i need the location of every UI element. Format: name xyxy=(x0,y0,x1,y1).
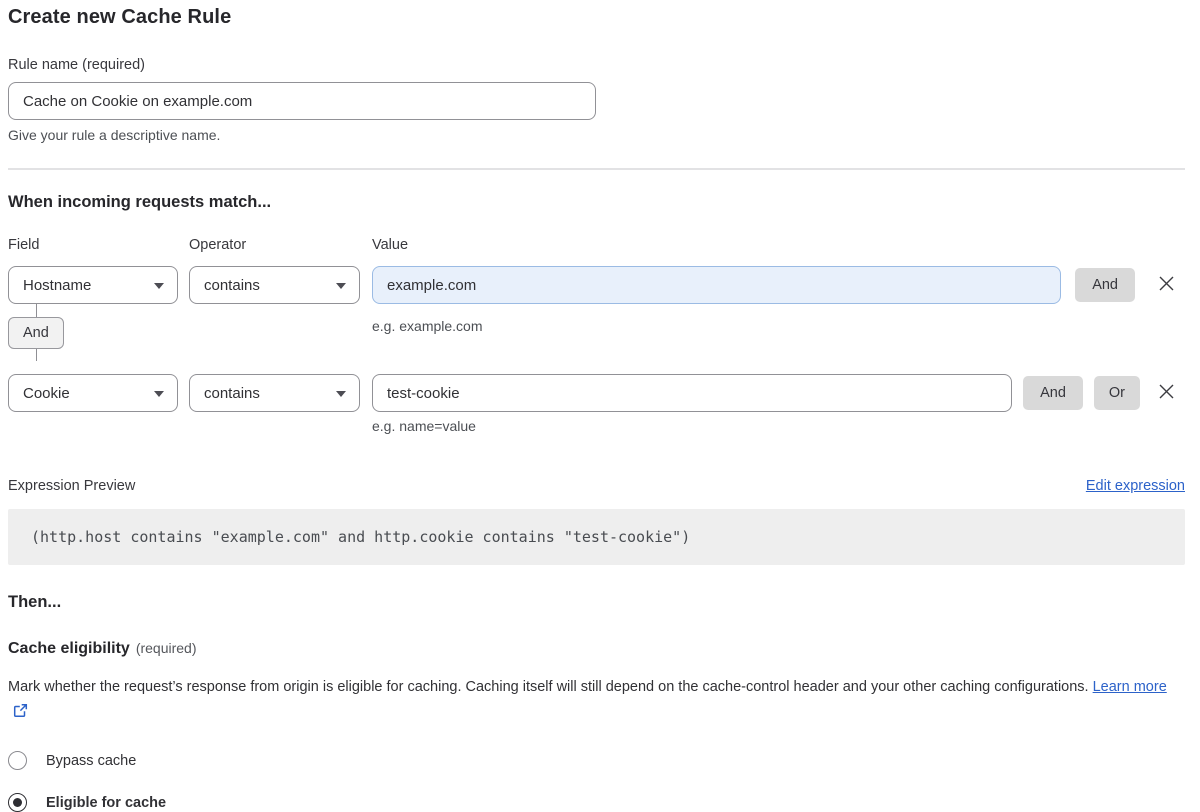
value-input-1[interactable] xyxy=(372,266,1061,304)
condition-column-headers: Field Operator Value xyxy=(8,237,1185,253)
value-column-label: Value xyxy=(372,237,1185,253)
connector-line-bottom xyxy=(36,349,37,361)
edit-expression-link[interactable]: Edit expression xyxy=(1086,478,1185,494)
section-divider xyxy=(8,168,1185,170)
eligible-for-cache-label: Eligible for cache xyxy=(46,795,166,811)
operator-column-label: Operator xyxy=(189,237,372,253)
then-heading: Then... xyxy=(8,593,1185,612)
connector-zone: e.g. example.com And xyxy=(8,304,1185,361)
connector-and-button[interactable]: And xyxy=(8,317,64,349)
condition-row-1: Hostname contains And xyxy=(8,266,1185,304)
field-select-2[interactable]: Cookie xyxy=(8,374,178,412)
rule-name-label: Rule name (required) xyxy=(8,57,1185,73)
value-input-2[interactable] xyxy=(372,374,1012,412)
rule-name-input[interactable] xyxy=(8,82,596,120)
operator-select-2[interactable]: contains xyxy=(189,374,360,412)
close-icon xyxy=(1158,275,1175,295)
eligible-for-cache-radio[interactable] xyxy=(8,793,27,812)
value-hint-1: e.g. example.com xyxy=(372,318,483,334)
field-column-label: Field xyxy=(8,237,189,253)
bypass-cache-label: Bypass cache xyxy=(46,753,136,769)
or-button-row-2[interactable]: Or xyxy=(1094,376,1140,410)
required-note: (required) xyxy=(136,640,197,656)
eligibility-description-text: Mark whether the request’s response from… xyxy=(8,679,1089,695)
rule-name-helper: Give your rule a descriptive name. xyxy=(8,127,1185,143)
cache-eligibility-title: Cache eligibility (required) xyxy=(8,640,1185,658)
chevron-down-icon xyxy=(154,391,164,397)
field-select-1[interactable]: Hostname xyxy=(8,266,178,304)
cache-eligibility-label: Cache eligibility xyxy=(8,640,130,657)
bypass-cache-option[interactable]: Bypass cache xyxy=(8,751,1185,770)
operator-select-2-value: contains xyxy=(204,385,260,402)
bypass-cache-radio[interactable] xyxy=(8,751,27,770)
eligibility-description: Mark whether the request’s response from… xyxy=(8,675,1173,727)
close-icon xyxy=(1158,383,1175,403)
page-title: Create new Cache Rule xyxy=(8,6,1185,29)
learn-more-link[interactable]: Learn more xyxy=(1093,679,1167,695)
chevron-down-icon xyxy=(336,391,346,397)
and-button-row-1[interactable]: And xyxy=(1075,268,1135,302)
field-select-2-value: Cookie xyxy=(23,385,70,402)
expression-header: Expression Preview Edit expression xyxy=(8,478,1185,494)
external-link-icon xyxy=(13,706,28,722)
connector-line-top xyxy=(36,304,37,317)
operator-select-1-value: contains xyxy=(204,277,260,294)
match-heading: When incoming requests match... xyxy=(8,193,1185,212)
eligible-for-cache-option[interactable]: Eligible for cache xyxy=(8,793,1185,812)
and-button-row-2[interactable]: And xyxy=(1023,376,1083,410)
chevron-down-icon xyxy=(154,283,164,289)
field-select-1-value: Hostname xyxy=(23,277,91,294)
remove-condition-2-button[interactable] xyxy=(1157,384,1175,402)
remove-condition-1-button[interactable] xyxy=(1157,276,1175,294)
chevron-down-icon xyxy=(336,283,346,289)
operator-select-1[interactable]: contains xyxy=(189,266,360,304)
condition-row-2: Cookie contains And Or xyxy=(8,374,1185,412)
value-hint-2: e.g. name=value xyxy=(372,418,1185,434)
expression-preview-label: Expression Preview xyxy=(8,478,135,494)
create-cache-rule-form: Create new Cache Rule Rule name (require… xyxy=(8,6,1185,812)
expression-code-block: (http.host contains "example.com" and ht… xyxy=(8,509,1185,565)
